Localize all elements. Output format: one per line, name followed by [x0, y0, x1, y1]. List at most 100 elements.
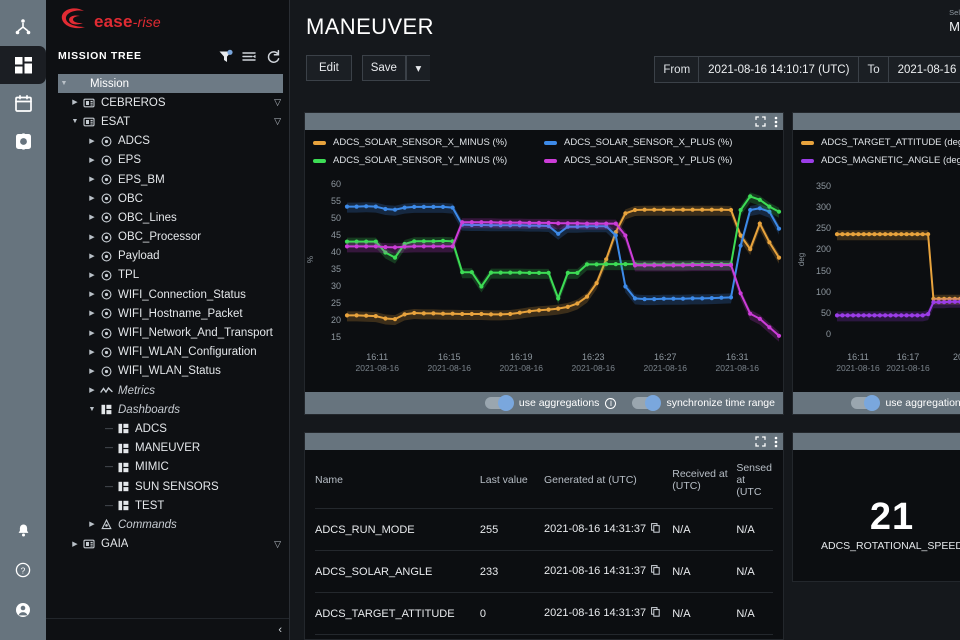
- chevron-right-icon[interactable]: ▶: [86, 368, 98, 375]
- copy-icon[interactable]: [651, 523, 660, 536]
- legend-item[interactable]: ADCS_MAGNETIC_ANGLE (deg): [801, 155, 960, 166]
- table-column-header[interactable]: Name: [315, 450, 480, 509]
- save-button[interactable]: Save: [361, 55, 406, 81]
- save-dropdown-button[interactable]: ▾: [405, 55, 430, 81]
- more-vertical-icon[interactable]: [774, 436, 778, 448]
- chevron-right-icon[interactable]: ▶: [86, 349, 98, 356]
- series-point: [344, 313, 350, 318]
- table-column-header[interactable]: Received at (UTC): [672, 450, 737, 509]
- chevron-right-icon[interactable]: ▶: [86, 176, 98, 183]
- rail-item-notifications[interactable]: [0, 510, 46, 550]
- mission-tree-item[interactable]: ▼ Dashboards: [46, 400, 289, 419]
- legend-item[interactable]: ADCS_SOLAR_SENSOR_X_PLUS (%): [544, 137, 775, 148]
- to-input[interactable]: 2021-08-16 14:3: [888, 56, 960, 83]
- copy-icon[interactable]: [651, 565, 660, 578]
- chevron-right-icon[interactable]: ▶: [86, 291, 98, 298]
- rail-item-sitemap[interactable]: [0, 8, 46, 46]
- mission-tree-item[interactable]: ▶ ADCS: [46, 132, 289, 151]
- rail-item-dashboard[interactable]: [0, 46, 46, 84]
- from-input[interactable]: 2021-08-16 14:10:17 (UTC): [699, 56, 860, 83]
- mission-tree-item[interactable]: ▼ ESAT ▽: [46, 112, 289, 131]
- mission-tree-item[interactable]: — SUN SENSORS: [46, 477, 289, 496]
- series-point: [632, 263, 638, 268]
- mission-tree-item[interactable]: ▶ WIFI_WLAN_Status: [46, 362, 289, 381]
- legend-item[interactable]: ADCS_SOLAR_SENSOR_Y_MINUS (%): [313, 155, 544, 166]
- mission-tree-item[interactable]: ▶ GAIA ▽: [46, 535, 289, 554]
- mission-tree-item[interactable]: — MANEUVER: [46, 439, 289, 458]
- filter-icon[interactable]: [218, 49, 233, 64]
- series-point: [556, 221, 561, 226]
- mission-tree-item[interactable]: ▼ Mission: [58, 74, 283, 94]
- chevron-right-icon[interactable]: ▶: [86, 521, 98, 528]
- table-row[interactable]: ADCS_SOLAR_ANGLE 233 2021-08-16 14:31:37 N/…: [315, 550, 773, 593]
- chevron-down-icon[interactable]: ▼: [58, 80, 70, 87]
- chevron-down-icon[interactable]: ▼: [86, 406, 98, 413]
- info-icon[interactable]: i: [605, 397, 617, 409]
- mission-tree-item[interactable]: ▶ WIFI_Hostname_Packet: [46, 304, 289, 323]
- table-row[interactable]: ADCS_RUN_MODE 255 2021-08-16 14:31:37 N/A N/…: [315, 508, 773, 551]
- mission-tree-item[interactable]: ▶ Commands: [46, 515, 289, 534]
- legend-item[interactable]: ADCS_SOLAR_SENSOR_Y_PLUS (%): [544, 155, 775, 166]
- collapse-all-icon[interactable]: [242, 49, 257, 64]
- mission-tree-item-label: WIFI_Hostname_Packet: [118, 307, 243, 320]
- series-point: [469, 270, 474, 275]
- tree-leaf-line: —: [105, 423, 113, 433]
- table-column-header[interactable]: Last value: [479, 450, 544, 509]
- mission-tree-item[interactable]: ▶ Payload: [46, 247, 289, 266]
- chevron-right-icon[interactable]: ▶: [86, 234, 98, 241]
- refresh-icon[interactable]: [266, 49, 281, 64]
- node-menu-icon[interactable]: ▽: [274, 116, 281, 127]
- rail-item-account[interactable]: [0, 590, 46, 630]
- mission-tree-item[interactable]: — TEST: [46, 496, 289, 515]
- mission-tree-item[interactable]: ▶ WIFI_WLAN_Configuration: [46, 343, 289, 362]
- rail-item-help[interactable]: ?: [0, 550, 46, 590]
- mission-tree-item[interactable]: ▶ EPS_BM: [46, 170, 289, 189]
- table-column-header[interactable]: Generated at (UTC): [544, 450, 673, 509]
- use-aggregations-toggle[interactable]: [851, 395, 881, 411]
- sync-time-range-toggle[interactable]: [632, 395, 662, 411]
- rail-item-calendar[interactable]: [0, 84, 46, 122]
- fullscreen-icon[interactable]: [755, 116, 766, 127]
- chevron-right-icon[interactable]: ▶: [86, 138, 98, 145]
- mission-tree-item-label: OBC_Processor: [118, 231, 202, 244]
- mission-tree-item[interactable]: — MIMIC: [46, 458, 289, 477]
- chevron-right-icon[interactable]: ▶: [86, 214, 98, 221]
- node-menu-icon[interactable]: ▽: [274, 539, 281, 550]
- table-column-header[interactable]: Sensed at (UTC: [736, 450, 773, 509]
- legend-item[interactable]: ADCS_TARGET_ATTITUDE (deg): [801, 137, 960, 148]
- chevron-right-icon[interactable]: ▶: [86, 272, 98, 279]
- mission-tree-item[interactable]: ▶ TPL: [46, 266, 289, 285]
- chevron-right-icon[interactable]: ▶: [86, 330, 98, 337]
- mission-tree-item[interactable]: ▶ EPS: [46, 151, 289, 170]
- table-row[interactable]: ADCS_TARGET_ATTITUDE 0 2021-08-16 14:31:37…: [315, 592, 773, 635]
- chart-legend: ADCS_SOLAR_SENSOR_X_MINUS (%) ADCS_SOLAR_…: [305, 130, 783, 168]
- chevron-right-icon[interactable]: ▶: [69, 99, 81, 106]
- chevron-right-icon[interactable]: ▶: [86, 253, 98, 260]
- copy-icon[interactable]: [651, 607, 660, 620]
- chevron-down-icon[interactable]: ▼: [69, 118, 81, 125]
- mission-tree-item[interactable]: ▶ CEBREROS ▽: [46, 93, 289, 112]
- rail-item-settings[interactable]: [0, 122, 46, 160]
- use-aggregations-toggle[interactable]: [484, 395, 514, 411]
- mission-tree-item[interactable]: ▶ Metrics: [46, 381, 289, 400]
- satellite-icon: [81, 97, 97, 109]
- mission-tree-item[interactable]: ▶ OBC_Lines: [46, 208, 289, 227]
- chevron-right-icon[interactable]: ▶: [86, 157, 98, 164]
- legend-item[interactable]: ADCS_SOLAR_SENSOR_X_MINUS (%): [313, 137, 544, 148]
- more-vertical-icon[interactable]: [774, 116, 778, 128]
- chevron-right-icon[interactable]: ▶: [86, 195, 98, 202]
- series-point: [671, 296, 676, 301]
- mission-tree-item[interactable]: — ADCS: [46, 419, 289, 438]
- mission-tree-item[interactable]: ▶ OBC: [46, 189, 289, 208]
- fullscreen-icon[interactable]: [755, 436, 766, 447]
- chevron-right-icon[interactable]: ▶: [69, 541, 81, 548]
- collapse-sidebar-button[interactable]: ‹: [278, 624, 282, 636]
- mission-tree-item[interactable]: ▶ WIFI_Connection_Status: [46, 285, 289, 304]
- mission-tree-item[interactable]: ▶ OBC_Processor: [46, 228, 289, 247]
- chevron-right-icon[interactable]: ▶: [86, 387, 98, 394]
- mission-tree-item[interactable]: ▶ WIFI_Network_And_Transport: [46, 323, 289, 342]
- stat-content: 21 ADCS_ROTATIONAL_SPEED: [793, 450, 960, 552]
- chevron-right-icon[interactable]: ▶: [86, 310, 98, 317]
- node-menu-icon[interactable]: ▽: [274, 97, 281, 108]
- edit-button[interactable]: Edit: [306, 55, 352, 81]
